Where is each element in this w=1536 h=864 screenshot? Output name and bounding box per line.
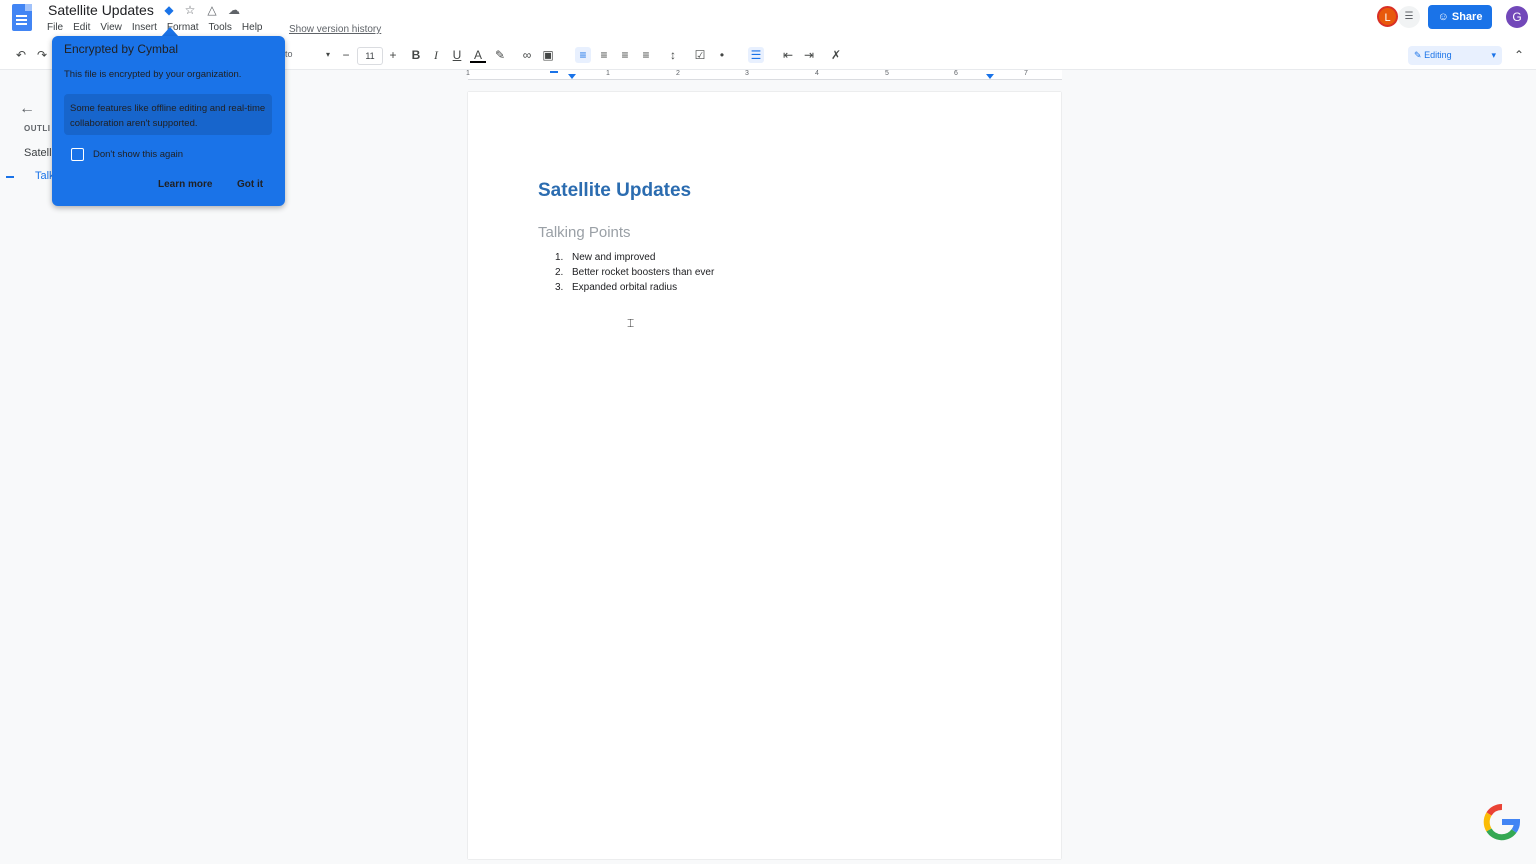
bulleted-list-icon[interactable]: • [714,47,730,63]
ruler-number: 2 [676,70,680,77]
redo-icon[interactable]: ↷ [34,47,50,63]
pencil-icon: ✎ [1414,50,1422,60]
ruler-number: 1 [466,70,470,77]
font-size-input[interactable]: 11 [357,47,383,65]
ruler-number: 1 [606,70,610,77]
docs-logo-icon[interactable] [12,4,32,31]
collapse-menus-icon[interactable]: ⌃ [1511,47,1527,63]
document-title[interactable]: Satellite Updates [48,2,154,18]
dont-show-again-label[interactable]: Don't show this again [93,149,183,160]
underline-icon[interactable]: U [449,47,465,63]
popup-note-text: Some features like offline editing and r… [70,103,266,129]
document-page[interactable] [468,92,1061,859]
menu-edit[interactable]: Edit [73,22,90,33]
doc-heading-subtitle[interactable]: Talking Points [538,224,631,241]
learn-more-button[interactable]: Learn more [158,179,212,190]
dont-show-again-checkbox[interactable] [71,148,84,161]
text-cursor-icon: ⌶ [627,316,635,330]
align-center-icon[interactable]: ≡ [596,47,612,63]
image-icon[interactable]: ▣ [540,47,556,63]
editing-mode-select[interactable]: ✎ Editing ▾ [1408,46,1502,65]
share-button[interactable]: ☺ Share [1428,5,1492,29]
ruler-number: 6 [954,70,958,77]
list-item-text: Better rocket boosters than ever [572,267,715,278]
version-history-link[interactable]: Show version history [289,24,381,35]
increase-indent-icon[interactable]: ⇥ [801,47,817,63]
undo-icon[interactable]: ↶ [13,47,29,63]
cloud-status-icon[interactable]: ☁ [227,3,241,17]
list-number: 3. [555,282,564,293]
list-item-text: Expanded orbital radius [572,282,678,293]
list-item-text: New and improved [572,252,656,263]
google-logo-icon [1483,804,1521,841]
link-icon[interactable]: ∞ [519,47,535,63]
chevron-down-icon[interactable]: ▾ [320,47,336,63]
outline-heading: OUTLI [24,124,51,133]
highlight-icon[interactable]: ✎ [492,47,508,63]
back-arrow-icon[interactable]: ← [19,100,35,118]
justify-icon[interactable]: ≡ [638,47,654,63]
ruler-number: 4 [815,70,819,77]
person-icon: ☺ [1437,11,1452,23]
list-item[interactable]: 2. Better rocket boosters than ever [555,267,714,278]
numbered-list-icon[interactable]: ☰ [748,47,764,63]
move-to-drive-icon[interactable]: △ [205,3,219,17]
menu-file[interactable]: File [47,22,63,33]
popup-body: This file is encrypted by your organizat… [64,69,242,80]
list-number: 1. [555,252,564,263]
line-spacing-icon[interactable]: ↕ [665,47,681,63]
ruler-number: 7 [1024,70,1028,77]
italic-icon[interactable]: I [428,47,444,63]
menu-tools[interactable]: Tools [209,22,232,33]
chevron-down-icon: ▾ [1491,50,1496,60]
collaborator-avatar[interactable]: L [1377,6,1398,27]
list-item[interactable]: 1. New and improved [555,252,655,263]
menu-view[interactable]: View [100,22,122,33]
popup-title: Encrypted by Cymbal [64,42,179,56]
ruler-number: 5 [885,70,889,77]
align-right-icon[interactable]: ≡ [617,47,633,63]
text-color-icon[interactable]: A [470,47,486,63]
menu-help[interactable]: Help [242,22,263,33]
share-label: Share [1451,11,1483,23]
menu-bar: File Edit View Insert Format Tools Help [47,22,262,33]
outline-active-indicator [6,176,14,178]
list-item[interactable]: 3. Expanded orbital radius [555,282,677,293]
account-avatar[interactable]: G [1506,6,1528,28]
right-indent-marker[interactable] [986,74,994,79]
menu-insert[interactable]: Insert [132,22,157,33]
outline-item[interactable]: Satell [24,147,52,159]
left-indent-marker[interactable] [568,74,576,79]
ruler-number: 3 [745,70,749,77]
decrease-indent-icon[interactable]: ⇤ [780,47,796,63]
first-line-indent-marker[interactable] [550,71,558,73]
star-icon[interactable]: ☆ [183,3,197,17]
list-number: 2. [555,267,564,278]
shield-icon[interactable]: ◆ [162,3,176,17]
bold-icon[interactable]: B [408,47,424,63]
decrease-font-size-icon[interactable]: − [338,47,354,63]
comment-history-icon[interactable]: ☰ [1398,6,1420,28]
align-left-icon[interactable]: ≡ [575,47,591,63]
clear-formatting-icon[interactable]: ✗ [828,47,844,63]
checklist-icon[interactable]: ☑ [692,47,708,63]
got-it-button[interactable]: Got it [237,179,263,190]
editing-mode-label: Editing [1424,50,1452,60]
doc-heading-title[interactable]: Satellite Updates [538,180,691,202]
increase-font-size-icon[interactable]: + [385,47,401,63]
